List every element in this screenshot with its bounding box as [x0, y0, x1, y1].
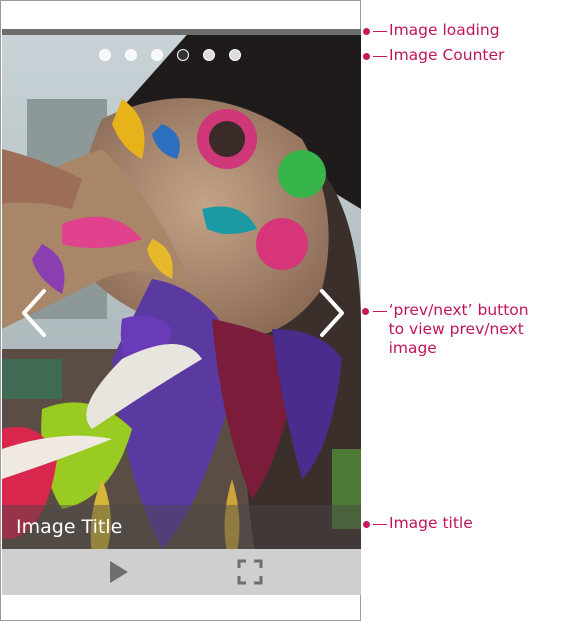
play-button[interactable]: [106, 559, 132, 585]
counter-dot[interactable]: [229, 49, 241, 61]
prev-button[interactable]: [17, 287, 53, 339]
chevron-left-icon: [22, 289, 46, 337]
image-loading-bar: [2, 29, 361, 35]
annotation-prev-next-line2: to view prev/next image: [388, 320, 524, 357]
image-title-bar: Image Title: [2, 505, 361, 549]
image-title: Image Title: [16, 516, 123, 538]
annotation-title: Image title: [359, 514, 473, 533]
chevron-right-icon: [320, 289, 344, 337]
fullscreen-icon: [237, 559, 263, 585]
counter-dot[interactable]: [203, 49, 215, 61]
annotation-counter: Image Counter: [359, 46, 504, 65]
annotation-loading: Image loading: [359, 21, 500, 40]
annotation-title-text: Image title: [389, 514, 473, 532]
annotation-loading-text: Image loading: [389, 21, 500, 39]
counter-dot-active[interactable]: [177, 49, 189, 61]
play-icon: [110, 561, 128, 583]
controls-bar: [2, 549, 361, 595]
counter-dot[interactable]: [99, 49, 111, 61]
annotation-counter-text: Image Counter: [389, 46, 505, 64]
image-counter: [99, 49, 241, 61]
next-button[interactable]: [313, 287, 349, 339]
image-viewer[interactable]: Image Title: [2, 29, 361, 595]
annotation-prev-next-text: ‘prev/next’ button to view prev/next ima…: [389, 301, 574, 358]
phone-frame: Image Title: [0, 0, 361, 621]
counter-dot[interactable]: [151, 49, 163, 61]
annotation-prev-next-line1: ‘prev/next’ button: [388, 301, 529, 319]
annotation-prev-next: ‘prev/next’ button to view prev/next ima…: [359, 301, 574, 358]
fullscreen-button[interactable]: [237, 559, 263, 585]
counter-dot[interactable]: [125, 49, 137, 61]
